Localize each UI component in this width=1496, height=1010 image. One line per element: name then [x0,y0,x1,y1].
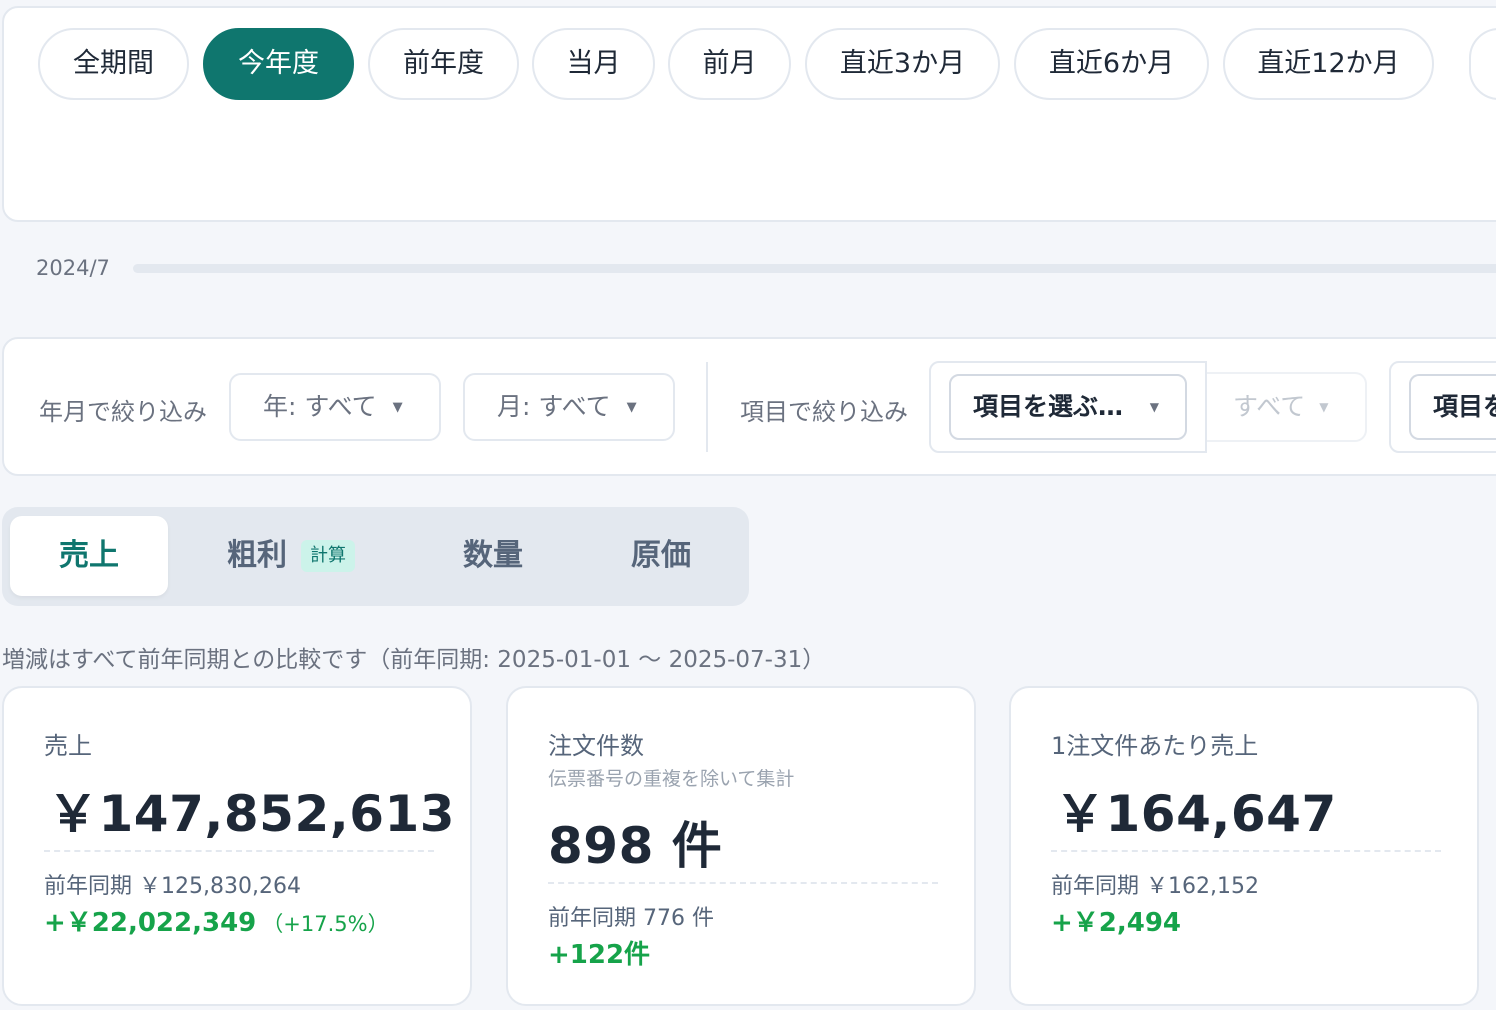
chevron-down-icon: ▼ [392,400,403,415]
item-select-2[interactable]: 項目を [1409,374,1496,440]
comparison-note: 増減はすべて前年同期との比較です（前年同期: 2025-01-01 ～ 2025… [2,647,826,673]
kpi-delta-amount: +122件 [548,940,651,970]
kpi-delta-amount: +￥2,494 [1051,908,1182,938]
item-select[interactable]: 項目を選ぶ… ▼ [949,374,1187,440]
kpi-title: 売上 [44,732,92,760]
tab-cost-label: 原価 [631,538,691,573]
period-chip-last-3-months[interactable]: 直近3か月 [805,28,1000,100]
item-value-select: すべて ▼ [1207,372,1367,442]
period-chip-last-month[interactable]: 前月 [668,28,791,100]
kpi-divider [548,882,938,884]
chevron-down-icon: ▼ [1319,400,1329,414]
period-chip-last-6-months[interactable]: 直近6か月 [1014,28,1209,100]
item-value-select-text: すべて [1233,392,1306,421]
filter-divider [706,362,708,452]
item-filter-label: 項目で絞り込み [740,398,908,426]
kpi-value: 898 件 [548,817,723,875]
tab-quantity[interactable]: 数量 [430,516,556,596]
kpi-title: 注文件数 [548,732,644,760]
kpi-previous-period: 前年同期 776 件 [548,906,714,931]
kpi-card-sales: 売上 ￥147,852,613 前年同期 ￥125,830,264 +￥22,0… [2,686,472,1006]
kpi-delta: +122件 [548,934,650,971]
chevron-down-icon: ▼ [626,400,637,415]
range-start-label: 2024/7 [36,256,110,280]
tab-cost[interactable]: 原価 [598,516,724,596]
tab-sales-label: 売上 [59,538,119,573]
date-range-slider-track[interactable] [133,264,1496,273]
kpi-title: 1注文件あたり売上 [1051,732,1259,760]
item-select-2-value: 項目を [1433,392,1496,421]
kpi-delta: +￥2,494 [1051,902,1181,939]
month-select-value: 月: すべて [497,392,611,421]
kpi-divider [44,850,434,852]
period-chip-last-fiscal-year[interactable]: 前年度 [368,28,519,100]
kpi-value: ￥164,647 [1055,785,1337,843]
month-select[interactable]: 月: すべて ▼ [463,373,675,441]
year-select-value: 年: すべて [263,392,377,421]
kpi-divider [1051,850,1441,852]
period-chip-this-fiscal-year[interactable]: 今年度 [203,28,354,100]
tab-sales[interactable]: 売上 [10,516,168,596]
tab-quantity-label: 数量 [463,538,523,573]
date-filter-label: 年月で絞り込み [39,398,207,426]
tab-gross-profit[interactable]: 粗利 計算 [196,516,386,596]
tab-gross-profit-label: 粗利 [227,538,287,573]
kpi-previous-period: 前年同期 ￥162,152 [1051,874,1259,899]
kpi-previous-period: 前年同期 ￥125,830,264 [44,874,301,899]
item-select-value: 項目を選ぶ… [973,392,1124,421]
chevron-down-icon: ▼ [1149,400,1159,414]
kpi-delta-percent: （+17.5%） [262,912,389,936]
period-chip-all[interactable]: 全期間 [38,28,189,100]
period-chip-last-12-months[interactable]: 直近12か月 [1223,28,1434,100]
calculated-badge: 計算 [301,540,355,572]
year-select[interactable]: 年: すべて ▼ [229,373,441,441]
kpi-card-orders: 注文件数 伝票番号の重複を除いて集計 898 件 前年同期 776 件 +122… [506,686,976,1006]
kpi-subtitle: 伝票番号の重複を除いて集計 [548,768,795,790]
kpi-delta-amount: +￥22,022,349 [44,908,257,938]
kpi-value: ￥147,852,613 [48,785,456,843]
period-chip-this-month[interactable]: 当月 [532,28,655,100]
kpi-delta: +￥22,022,349 （+17.5%） [44,902,389,939]
kpi-card-sales-per-order: 1注文件あたり売上 ￥164,647 前年同期 ￥162,152 +￥2,494 [1009,686,1479,1006]
